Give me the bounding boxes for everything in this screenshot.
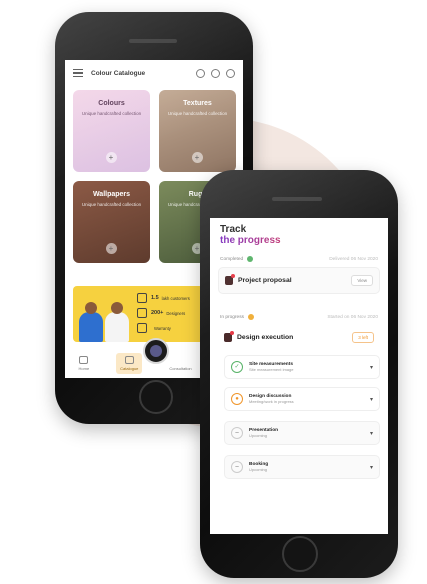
phone-speaker [129,39,177,43]
completed-label: Completed [220,256,244,262]
card-wallpapers[interactable]: Wallpapers Unique handcrafted collection… [73,181,150,263]
card-colours[interactable]: Colours Unique handcrafted collection + [73,90,150,172]
in-progress-icon [248,314,254,320]
completed-check-icon [247,256,254,262]
menu-icon[interactable] [73,69,83,77]
catalogue-icon [124,355,134,364]
steps-left-badge: 3 left [352,332,374,343]
heading-progress: the progress [220,235,378,246]
home-button [282,536,318,572]
chevron-down-icon[interactable]: ▾ [370,464,373,471]
step-item[interactable]: – Presentation Upcoming ▾ [224,421,380,445]
completed-section: Completed Delivered 06 Nov 2020 [210,256,388,262]
plus-icon[interactable]: + [191,152,203,163]
chat-icon[interactable] [211,68,220,78]
stat-icon [137,308,147,318]
document-icon [225,274,235,285]
banner-people-image [79,294,133,342]
design-title: Design execution [237,334,294,341]
card-textures[interactable]: Textures Unique handcrafted collection + [159,90,236,172]
plus-icon[interactable]: + [105,243,117,254]
step-subtitle: Site measurement image [249,367,294,372]
card-desc: Unique handcrafted collection [81,202,142,207]
chevron-down-icon[interactable]: ▾ [370,396,373,403]
check-icon: ✓ [231,361,243,373]
chevron-down-icon[interactable]: ▾ [370,364,373,371]
heading-track: Track [220,224,247,235]
designer-avatar-icon [150,345,162,357]
card-title: Textures [183,100,212,107]
tab-catalogue[interactable]: Catalogue [116,352,143,374]
in-progress-section: In progress Started on 06 Nov 2020 [210,314,388,320]
in-progress-step-icon: ● [231,393,243,405]
step-item[interactable]: ● Design discussion Meeting/work in progr… [224,387,380,411]
consultation-fab[interactable] [143,338,169,364]
home-button [139,380,173,414]
design-execution-card[interactable]: Design execution 3 left [218,325,380,350]
in-progress-date: Started on 06 Nov 2020 [327,314,378,320]
completed-date: Delivered 06 Nov 2020 [329,256,378,262]
step-item[interactable]: – Booking Upcoming ▾ [224,455,380,479]
card-title: Colours [98,100,125,107]
stat-icon [137,323,147,333]
step-subtitle: Meeting/work in progress [249,399,294,404]
chevron-down-icon[interactable]: ▾ [370,430,373,437]
step-subtitle: Upcoming [249,467,268,472]
card-desc: Unique handcrafted collection [167,111,228,116]
plus-icon[interactable]: + [105,152,117,163]
top-bar: Colour Catalogue [65,60,243,86]
notification-icon[interactable] [226,68,235,78]
pending-icon: – [231,461,243,473]
track-screen: Track the progress Completed Delivered 0… [210,218,388,534]
step-item[interactable]: ✓ Site measurements Site measurement imag… [224,355,380,379]
card-title: Wallpapers [92,191,131,198]
search-icon[interactable] [196,68,205,78]
tab-home[interactable]: Home [79,355,89,371]
project-title: Project proposal [238,277,292,284]
home-icon [79,355,89,364]
design-icon [224,331,234,342]
phone-speaker [272,197,322,201]
step-subtitle: Upcoming [249,433,268,438]
phone-track: Track the progress Completed Delivered 0… [200,170,398,578]
tab-consultation[interactable]: Consultation [169,356,191,371]
pending-icon: – [231,427,243,439]
in-progress-label: In progress [220,314,244,320]
stat-icon [137,293,147,303]
card-desc: Unique handcrafted collection [81,111,142,116]
app-title: Colour Catalogue [91,69,146,77]
track-heading: Track the progress [210,218,388,246]
project-proposal-card[interactable]: Project proposal View [218,267,380,294]
view-button[interactable]: View [351,275,373,286]
